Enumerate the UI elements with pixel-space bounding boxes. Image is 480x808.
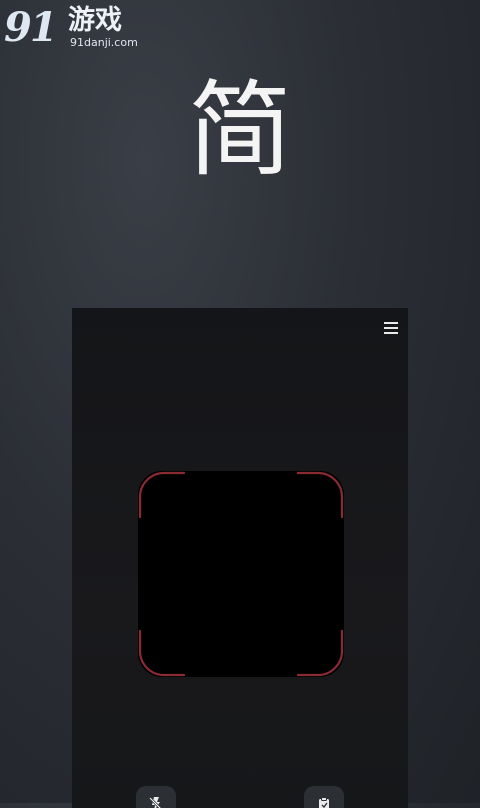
scan-area	[138, 471, 344, 677]
scan-corner-frame	[138, 471, 344, 677]
clipboard-button[interactable]	[304, 786, 344, 808]
watermark-site-name: 游戏	[68, 5, 122, 36]
watermark-logo: 91 游戏 91danji.com	[4, 4, 138, 52]
watermark-91: 91	[4, 4, 58, 51]
clipboard-icon	[319, 797, 329, 808]
phone-screen-preview	[72, 308, 408, 808]
flash-toggle-button[interactable]	[136, 786, 176, 808]
watermark-url: 91danji.com	[70, 36, 138, 49]
hamburger-menu-icon[interactable]	[384, 322, 398, 334]
hero-title: 简	[187, 69, 292, 191]
flash-off-icon	[149, 797, 162, 808]
